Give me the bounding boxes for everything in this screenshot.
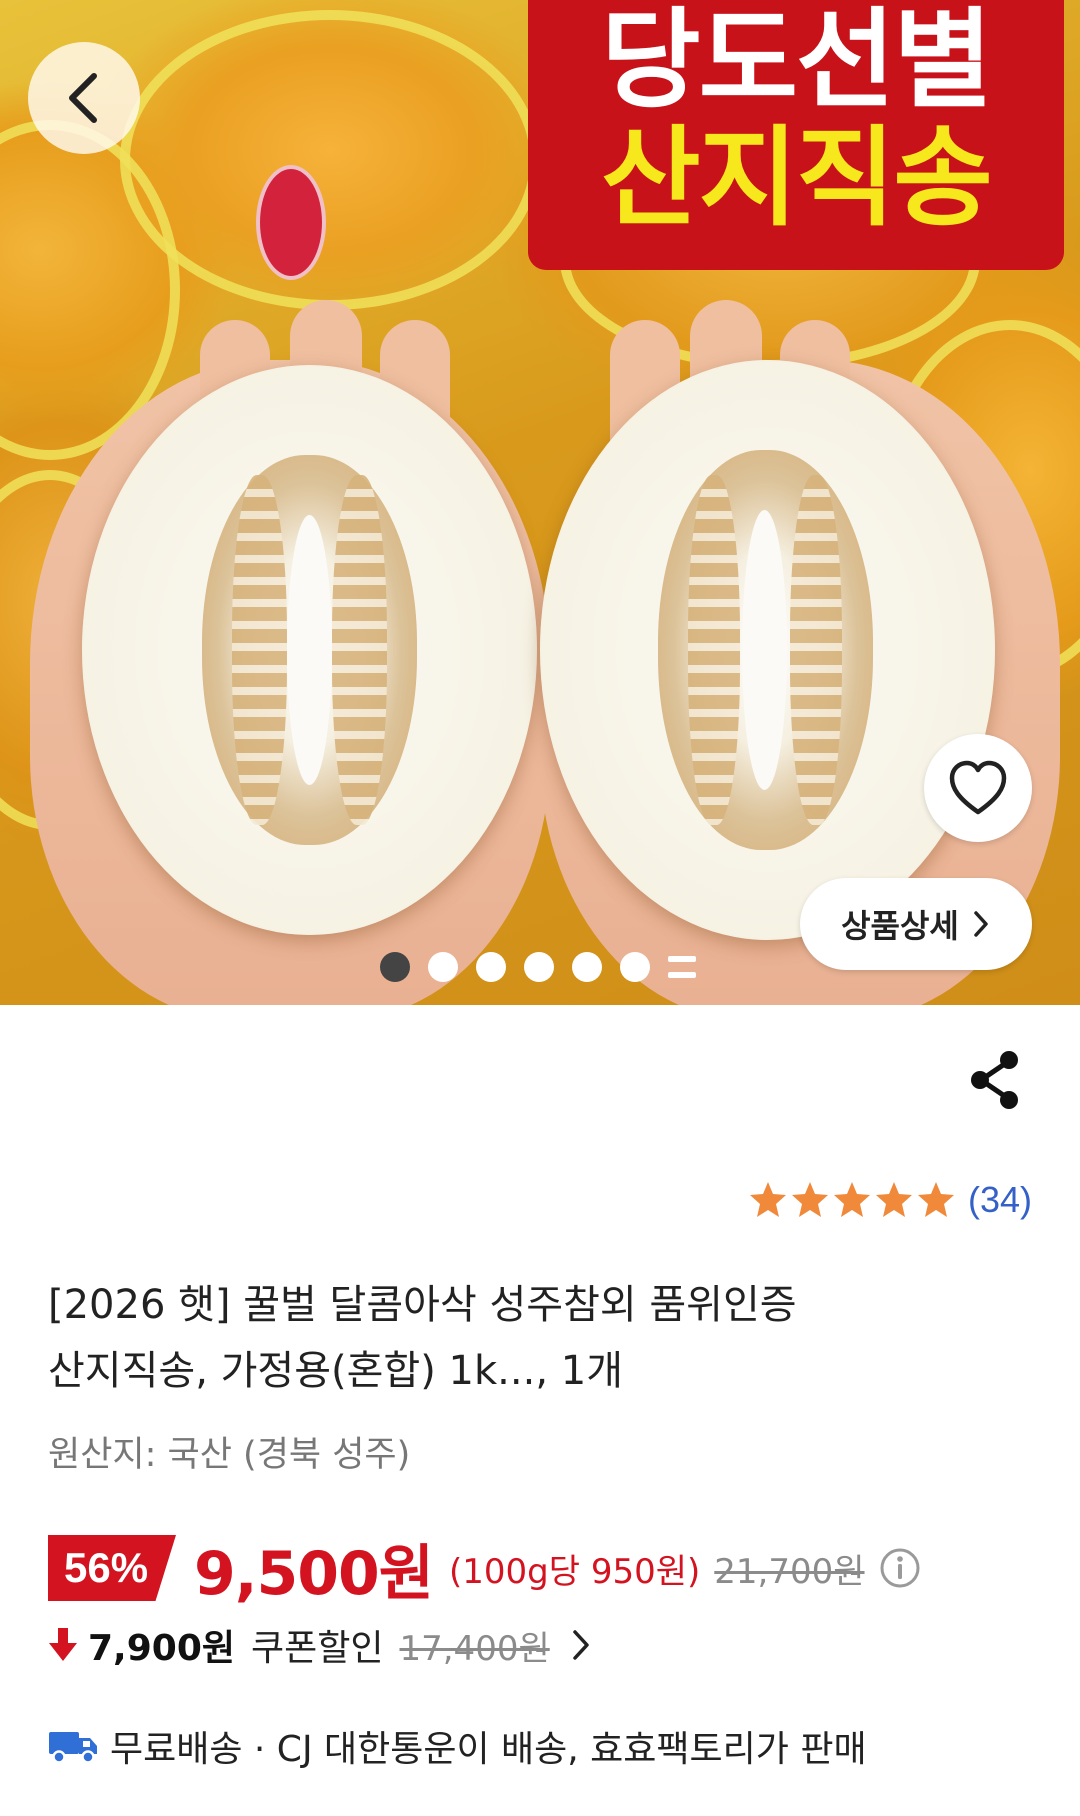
coupon-row[interactable]: 7,900원 쿠폰할인 17,400원 [48, 1616, 592, 1674]
promo-line2: 산지직송 [601, 116, 992, 241]
coupon-original-price: 17,400원 [399, 1628, 550, 1669]
discount-badge: 56% [48, 1535, 176, 1601]
coupon-label: 쿠폰할인 [251, 1628, 384, 1669]
pager-dot[interactable] [476, 952, 506, 982]
heart-outline-icon [949, 760, 1007, 815]
melon-seeds [790, 475, 842, 825]
unit-price: (100g당 950원) [449, 1551, 701, 1592]
pager-dot[interactable] [620, 952, 650, 982]
pager-dot[interactable] [524, 952, 554, 982]
melon-pith [742, 510, 787, 790]
melon-half-right [540, 360, 995, 940]
info-circle-icon[interactable] [879, 1547, 921, 1589]
origin-label: 원산지: 국산 (경북 성주) [48, 1435, 411, 1475]
original-price: 21,700원 [714, 1551, 865, 1592]
melon-pith [287, 515, 332, 785]
price-row: 56% 9,500원 (100g당 950원) 21,700원 [48, 1530, 921, 1609]
pager-dot[interactable] [572, 952, 602, 982]
wishlist-button[interactable] [924, 734, 1032, 842]
carousel-pager[interactable] [380, 952, 696, 982]
star-icon [834, 1182, 870, 1217]
melon-seeds [332, 475, 387, 825]
rating[interactable]: (34) [748, 1174, 1032, 1226]
share-button[interactable] [960, 1040, 1030, 1120]
star-icon [792, 1182, 828, 1217]
product-detail-label: 상품상세 [841, 907, 959, 945]
sale-price: 9,500원 [194, 1538, 434, 1609]
review-count[interactable]: (34) [968, 1179, 1032, 1221]
chevron-right-icon [572, 1630, 589, 1660]
melon-net-decoration [120, 10, 540, 310]
product-title-line2: 산지직송, 가정용(혼합) 1k..., 1개 [48, 1348, 623, 1394]
shipping-row: 무료배송 · CJ 대한통운이 배송, 효효팩토리가 판매 [48, 1716, 867, 1776]
chevron-right-icon [974, 911, 988, 937]
promo-banner: 당도선별 산지직송 [528, 0, 1064, 270]
back-button[interactable] [28, 42, 140, 154]
coupon-price: 7,900원 [88, 1628, 235, 1669]
promo-line1: 당도선별 [601, 0, 992, 123]
pager-dot-active[interactable] [380, 952, 410, 982]
melon-sticker [256, 165, 326, 280]
chevron-left-icon [69, 73, 97, 123]
share-icon [971, 1051, 1018, 1109]
arrow-down-icon [49, 1628, 77, 1661]
star-icon [918, 1182, 954, 1217]
star-icon [876, 1182, 912, 1217]
melon-seeds [232, 475, 287, 825]
product-image-carousel[interactable]: 당도선별 산지직송 상품상세 [0, 0, 1080, 1005]
melon-seeds [688, 475, 740, 825]
truck-icon [49, 1732, 97, 1764]
star-icon [750, 1182, 786, 1217]
pager-dot[interactable] [428, 952, 458, 982]
product-title-line1: [2026 햇] 꿀벌 달콤아삭 성주참외 품위인증 [48, 1282, 797, 1328]
pager-more-icon[interactable] [668, 956, 696, 978]
product-title: [2026 햇] 꿀벌 달콤아삭 성주참외 품위인증 산지직송, 가정용(혼합)… [48, 1272, 948, 1404]
melon-half-left [82, 365, 537, 935]
shipping-info: 무료배송 · CJ 대한통운이 배송, 효효팩토리가 판매 [110, 1729, 867, 1770]
product-detail-button[interactable]: 상품상세 [800, 878, 1032, 970]
